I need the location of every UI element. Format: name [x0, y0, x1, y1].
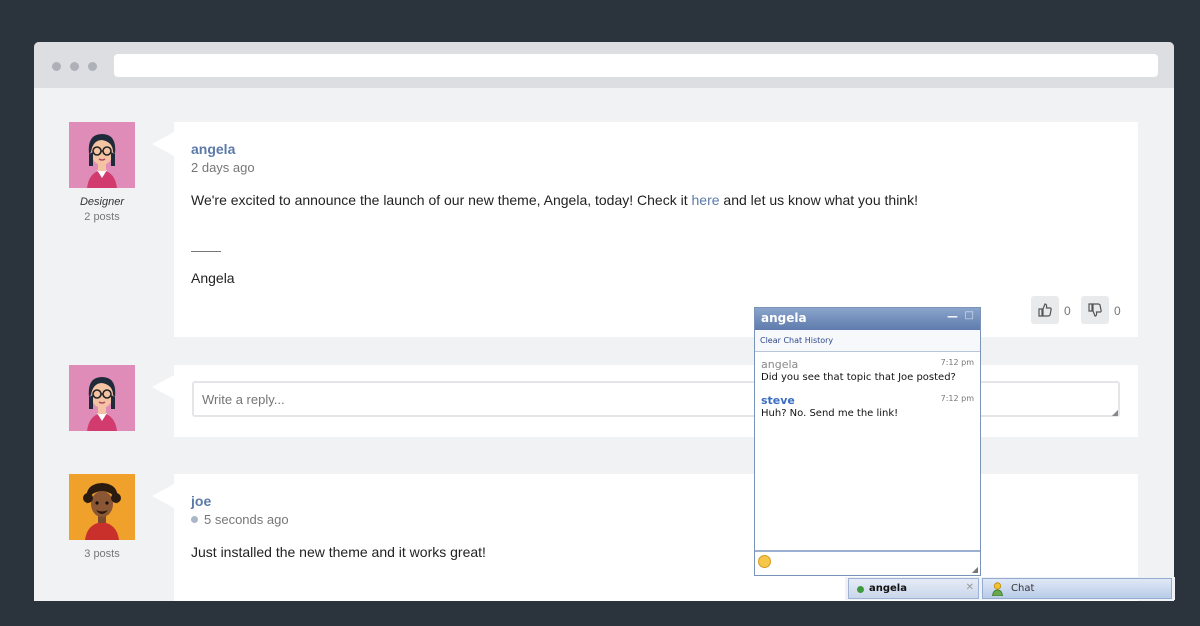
chat-input[interactable]: ◢	[755, 550, 980, 575]
chat-title: angela	[761, 311, 807, 325]
dislike-count: 0	[1114, 304, 1121, 318]
chat-tab-label: angela	[869, 583, 907, 594]
chat-message: angela 7:12 pm Did you see that topic th…	[761, 358, 974, 383]
resize-grip-icon[interactable]: ◢	[1112, 408, 1118, 417]
post-timestamp[interactable]: 5 seconds ago	[191, 512, 289, 527]
thumbs-down-icon	[1088, 303, 1102, 317]
author-post-count: 3 posts	[84, 548, 120, 560]
dislike-button[interactable]	[1081, 296, 1109, 324]
buddy-icon	[992, 582, 1003, 596]
window-dot-maximize[interactable]	[88, 62, 97, 71]
browser-window: Designer 2 posts angela 2 days ago We're…	[34, 42, 1174, 601]
chat-window: angela — □ Clear Chat History angela 7:1…	[754, 307, 981, 576]
joe-avatar[interactable]	[69, 474, 135, 540]
chat-header[interactable]: angela — □	[755, 308, 980, 330]
browser-toolbar	[34, 42, 1174, 88]
forum-thread: Designer 2 posts angela 2 days ago We're…	[34, 88, 1174, 601]
emoticon-icon[interactable]	[758, 555, 771, 568]
chat-message: steve 7:12 pm Huh? No. Send me the link!	[761, 394, 974, 419]
window-dot-close[interactable]	[52, 62, 61, 71]
like-count: 0	[1064, 304, 1071, 318]
current-user-avatar	[69, 365, 135, 431]
maximize-icon[interactable]: □	[965, 310, 974, 321]
chat-message-time: 7:12 pm	[940, 394, 974, 403]
card-pointer	[152, 132, 174, 156]
like-button[interactable]	[1031, 296, 1059, 324]
post-timestamp[interactable]: 2 days ago	[191, 160, 255, 175]
chat-message-text: Did you see that topic that Joe posted?	[761, 372, 956, 383]
post-card: angela 2 days ago We're excited to annou…	[152, 122, 1138, 337]
chat-message-time: 7:12 pm	[940, 358, 974, 367]
post-username[interactable]: joe	[191, 493, 211, 509]
post-username[interactable]: angela	[191, 141, 235, 157]
reply-card: ◢	[152, 365, 1138, 437]
post-timestamp-text: 5 seconds ago	[204, 512, 289, 527]
post-body: Just installed the new theme and it work…	[191, 544, 486, 560]
card-pointer	[152, 484, 174, 508]
resize-grip-icon[interactable]: ◢	[972, 565, 978, 574]
chat-message-text: Huh? No. Send me the link!	[761, 408, 899, 419]
clear-chat-history-link[interactable]: Clear Chat History	[755, 330, 980, 352]
signature-divider	[191, 251, 221, 252]
close-icon[interactable]: ✕	[966, 582, 974, 593]
chat-button-label: Chat	[1011, 583, 1035, 594]
address-bar[interactable]	[114, 54, 1158, 77]
angela-avatar[interactable]	[69, 122, 135, 188]
post-signature: Angela	[191, 270, 235, 286]
post-text-end: and let us know what you think!	[719, 192, 918, 208]
minimize-icon[interactable]: —	[947, 310, 958, 323]
window-dot-minimize[interactable]	[70, 62, 79, 71]
chat-button[interactable]: Chat	[982, 578, 1172, 599]
author-post-count: 2 posts	[84, 211, 120, 223]
card-pointer	[152, 375, 174, 399]
chat-messages: angela 7:12 pm Did you see that topic th…	[755, 352, 980, 550]
author-role: Designer	[79, 196, 125, 208]
online-status-icon	[191, 516, 198, 524]
chat-tab-angela[interactable]: angela ✕	[848, 578, 979, 599]
post-text-start: We're excited to announce the launch of …	[191, 192, 692, 208]
chat-taskbar: angela ✕ Chat	[845, 577, 1175, 600]
online-status-icon	[857, 586, 864, 593]
theme-link[interactable]: here	[692, 192, 720, 208]
thumbs-up-icon	[1038, 303, 1052, 317]
post-body: We're excited to announce the launch of …	[191, 192, 918, 208]
